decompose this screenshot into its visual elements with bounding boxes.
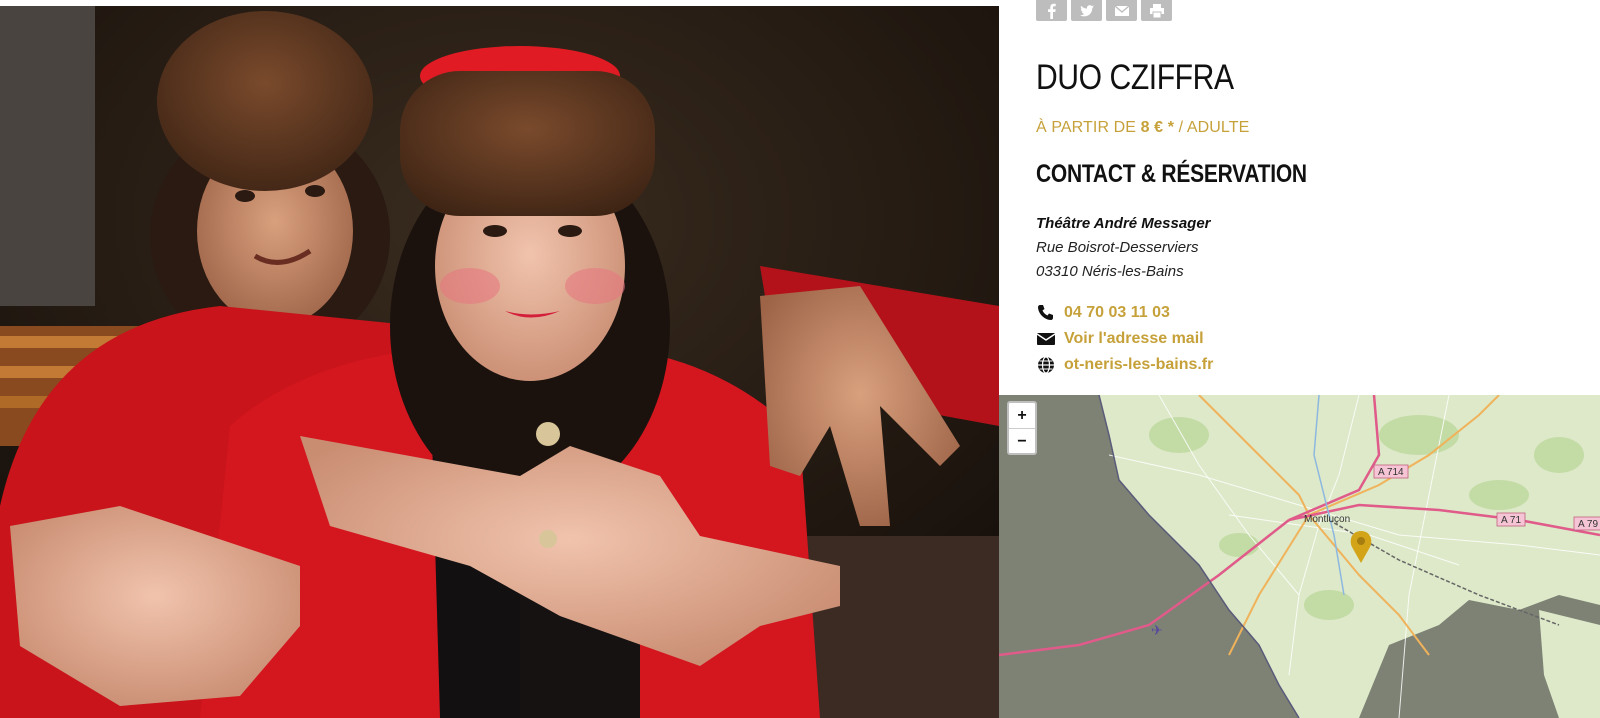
price-line: À PARTIR DE 8 € * / ADULTE <box>1036 119 1249 137</box>
share-bar <box>1036 0 1172 21</box>
location-map[interactable]: A 714 A 71 A 79 Montluçon ✈ <box>999 395 1600 718</box>
phone-row: 04 70 03 11 03 <box>1036 300 1213 326</box>
map-label-city: Montluçon <box>1304 514 1350 525</box>
event-title: DUO CZIFFRA <box>1036 58 1234 97</box>
map-zoom-control: + − <box>1007 401 1037 455</box>
facebook-icon <box>1047 3 1056 19</box>
email-share-button[interactable] <box>1106 0 1137 21</box>
contact-links: 04 70 03 11 03 Voir l'adresse mail ot-ne… <box>1036 300 1213 378</box>
price-value: 8 € * <box>1140 119 1175 136</box>
twitter-icon <box>1079 5 1094 17</box>
price-suffix: / ADULTE <box>1178 119 1250 136</box>
twitter-share-button[interactable] <box>1071 0 1102 21</box>
website-link[interactable]: ot-neris-les-bains.fr <box>1064 356 1213 374</box>
phone-link[interactable]: 04 70 03 11 03 <box>1064 304 1170 322</box>
print-button[interactable] <box>1141 0 1172 21</box>
map-label-a71: A 71 <box>1501 515 1521 526</box>
map-label-a714: A 714 <box>1378 467 1404 478</box>
venue-address: Théâtre André Messager Rue Boisrot-Desse… <box>1036 212 1211 284</box>
envelope-icon <box>1114 5 1129 16</box>
zoom-out-button[interactable]: − <box>1009 428 1035 453</box>
venue-city: 03310 Néris-les-Bains <box>1036 263 1184 280</box>
venue-name: Théâtre André Messager <box>1036 215 1211 232</box>
email-row: Voir l'adresse mail <box>1036 326 1213 352</box>
map-label-a79: A 79 <box>1578 519 1598 530</box>
facebook-share-button[interactable] <box>1036 0 1067 21</box>
map-tiles: A 714 A 71 A 79 Montluçon ✈ <box>999 395 1600 718</box>
airport-icon: ✈ <box>1151 622 1163 638</box>
zoom-in-button[interactable]: + <box>1009 403 1035 428</box>
contact-heading: CONTACT & RÉSERVATION <box>1036 160 1307 188</box>
venue-street: Rue Boisrot-Desserviers <box>1036 239 1199 256</box>
phone-icon <box>1036 303 1060 323</box>
print-icon <box>1149 4 1164 19</box>
price-prefix: À PARTIR DE <box>1036 119 1137 136</box>
performers-image <box>0 6 999 718</box>
email-link[interactable]: Voir l'adresse mail <box>1064 330 1204 348</box>
envelope-icon <box>1036 329 1060 349</box>
globe-icon <box>1036 355 1060 375</box>
website-row: ot-neris-les-bains.fr <box>1036 352 1213 378</box>
event-photo <box>0 6 999 718</box>
